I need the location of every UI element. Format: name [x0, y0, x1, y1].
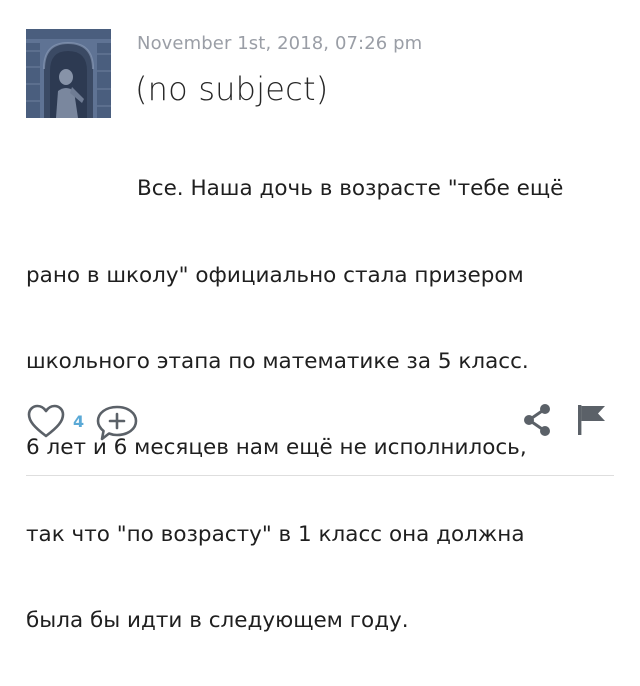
userpic-image: [26, 29, 111, 118]
post-body-line: была бы идти в следующем году.: [26, 608, 409, 634]
post-actions-bar: 4: [0, 398, 640, 446]
post-body-line: так что "по возрасту" в 1 класс она долж…: [26, 521, 525, 547]
flag-button[interactable]: [574, 402, 608, 438]
post-body-line: Все. Наша дочь в возрасте "тебе ещё: [137, 176, 564, 202]
add-comment-icon: [96, 405, 138, 441]
share-icon: [524, 404, 550, 436]
add-comment-button[interactable]: [94, 403, 140, 443]
flag-icon: [578, 405, 605, 435]
post-date: November 1st, 2018, 07:26 pm: [137, 33, 423, 54]
userpic-avatar[interactable]: [26, 29, 111, 118]
share-button[interactable]: [520, 402, 554, 438]
like-count: 4: [73, 412, 85, 431]
post-subject: (no subject): [135, 70, 329, 108]
journal-entry: November 1st, 2018, 07:26 pm (no subject…: [0, 0, 640, 633]
divider: [26, 475, 614, 476]
post-body-line: рано в школу" официально стала призером: [26, 262, 524, 288]
heart-icon: [27, 404, 65, 438]
post-body-line: школьного этапа по математике за 5 класс…: [26, 349, 529, 375]
like-button[interactable]: [26, 402, 66, 442]
